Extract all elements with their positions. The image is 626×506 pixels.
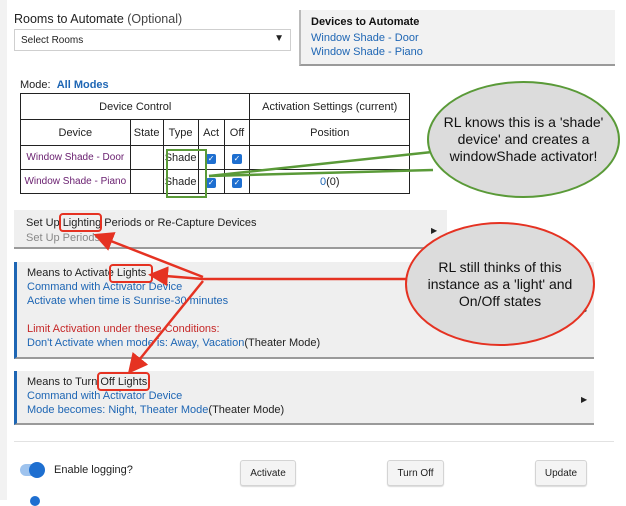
red-arrow-to-lighting bbox=[93, 232, 204, 279]
red-arrow-to-off-lights bbox=[127, 280, 204, 374]
red-callout: RL still thinks of this instance as a 'l… bbox=[405, 222, 595, 346]
red-arrow-to-lights bbox=[148, 266, 204, 287]
green-callout: RL knows this is a 'shade' device' and c… bbox=[427, 81, 620, 198]
